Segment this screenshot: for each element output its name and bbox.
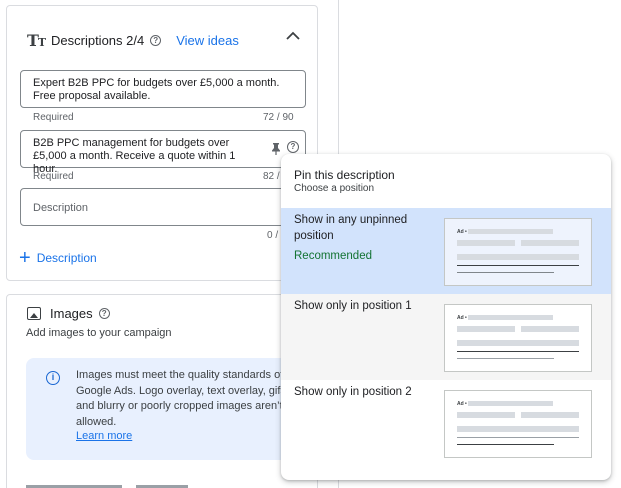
pin-description-popup: Pin this description Choose a position S… <box>281 154 611 480</box>
description-field-3-placeholder: Description <box>33 202 89 214</box>
text-format-icon: TT <box>27 30 46 50</box>
images-title: Images <box>50 306 93 321</box>
description-field-1[interactable]: Expert B2B PPC for budgets over £5,000 a… <box>20 70 306 108</box>
info-icon: i <box>46 371 60 385</box>
preview-bar <box>468 401 553 406</box>
pin-option-position-1[interactable]: Show only in position 1 Ad • <box>281 294 611 380</box>
descriptions-title: Descriptions 2/4 <box>51 32 145 48</box>
description-field-1-value: Expert B2B PPC for budgets over £5,000 a… <box>33 77 280 102</box>
preview-bar <box>468 315 553 320</box>
preview-bar <box>457 326 515 332</box>
pin-icon[interactable] <box>271 143 281 155</box>
images-card: Images ? Add images to your campaign i I… <box>6 294 318 488</box>
preview-bar <box>457 254 579 260</box>
help-icon[interactable]: ? <box>150 34 162 46</box>
description-field-2[interactable]: B2B PPC management for budgets over £5,0… <box>20 130 306 175</box>
preview-bar <box>521 240 579 246</box>
images-subtitle: Add images to your campaign <box>26 327 172 339</box>
popup-title: Pin this description <box>294 168 395 182</box>
preview-line <box>457 437 579 438</box>
view-ideas-link[interactable]: View ideas <box>176 33 239 48</box>
descriptions-card: TT Descriptions 2/4 ? View ideas Expert … <box>6 5 318 281</box>
preview-bar <box>521 412 579 418</box>
pin-option-label: Show in any unpinned position <box>294 214 408 242</box>
preview-line <box>457 351 579 352</box>
ad-label: Ad • <box>457 401 467 407</box>
preview-line <box>457 272 554 273</box>
pin-option-label: Show only in position 2 <box>294 386 412 398</box>
description-2-required: Required <box>33 171 74 182</box>
description-field-2-value: B2B PPC management for budgets over £5,0… <box>33 137 236 175</box>
help-icon[interactable]: ? <box>98 308 110 319</box>
pin-option-position-2[interactable]: Show only in position 2 Ad • <box>281 380 611 466</box>
ad-preview-illustration: Ad • <box>444 304 592 372</box>
pin-option-label: Show only in position 1 <box>294 300 412 312</box>
preview-line <box>457 265 579 266</box>
descriptions-header: TT Descriptions 2/4 ? View ideas <box>27 28 239 52</box>
preview-line <box>457 358 554 359</box>
help-icon[interactable]: ? <box>287 141 299 153</box>
recommended-badge: Recommended <box>294 250 372 262</box>
preview-line <box>457 444 554 445</box>
ad-preview-illustration: Ad • <box>444 218 592 286</box>
popup-subtitle: Choose a position <box>294 183 375 194</box>
description-field-3[interactable]: Description <box>20 188 306 226</box>
preview-bar <box>457 412 515 418</box>
ad-preview-illustration: Ad • <box>444 390 592 458</box>
image-policy-text: Images must meet the quality standards o… <box>76 369 286 428</box>
image-icon <box>27 307 41 320</box>
description-1-required: Required <box>33 112 74 123</box>
image-policy-notice: i Images must meet the quality standards… <box>26 358 296 460</box>
plus-icon: + <box>19 247 31 269</box>
preview-bar <box>457 240 515 246</box>
description-3-count: 0 / <box>267 230 279 241</box>
ad-label: Ad • <box>457 315 467 321</box>
preview-bar <box>457 340 579 346</box>
learn-more-link[interactable]: Learn more <box>76 430 132 442</box>
chevron-up-icon[interactable] <box>285 28 301 44</box>
images-header: Images ? <box>27 306 110 321</box>
add-description-button[interactable]: + Description <box>19 247 97 269</box>
add-description-label: Description <box>36 251 97 265</box>
description-1-count: 72 / 90 <box>263 112 294 123</box>
preview-bar <box>521 326 579 332</box>
preview-bar <box>468 229 553 234</box>
pin-option-any-unpinned[interactable]: Show in any unpinned position Recommende… <box>281 208 611 294</box>
ad-label: Ad • <box>457 229 467 235</box>
preview-bar <box>457 426 579 432</box>
description-2-count: 82 / <box>263 171 280 182</box>
